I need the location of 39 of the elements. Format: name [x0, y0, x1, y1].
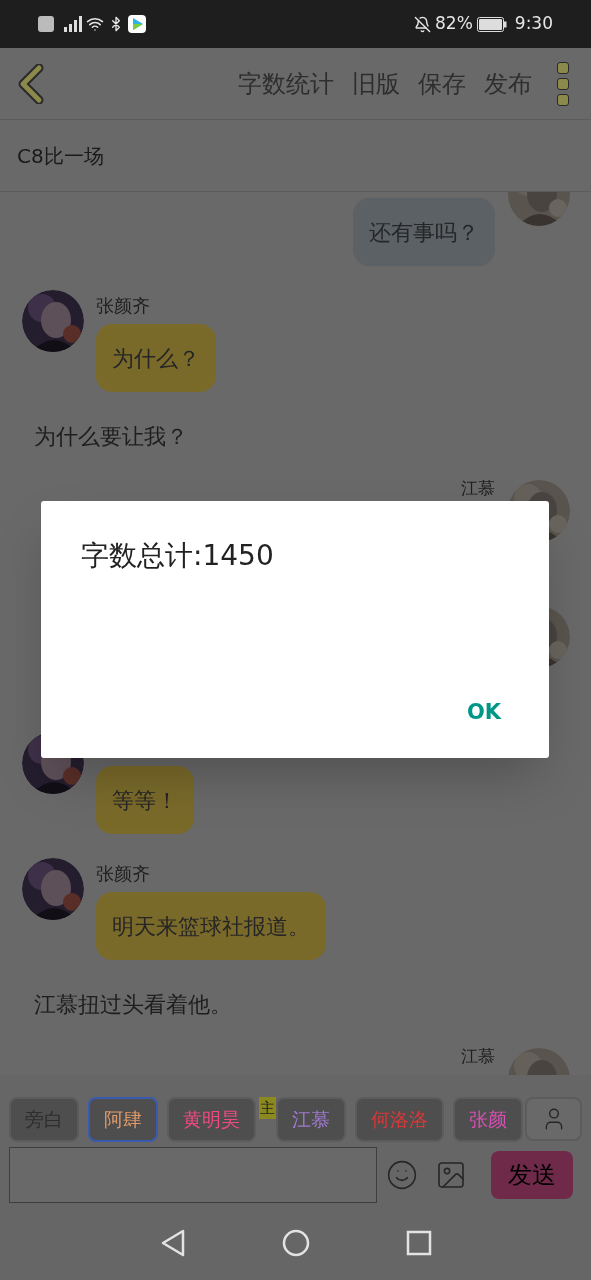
sender-name: 江慕	[461, 1048, 495, 1065]
toolbar-action[interactable]: 保存	[409, 65, 475, 102]
wifi-icon	[86, 15, 104, 33]
battery-icon	[476, 16, 507, 32]
character-chip[interactable]: 张颜	[453, 1097, 523, 1142]
toolbar-action[interactable]: 字数统计	[229, 65, 343, 102]
message-bubble: 等等！	[96, 766, 194, 834]
sender-name: 张颜齐	[96, 861, 150, 886]
image-icon[interactable]	[435, 1159, 467, 1191]
story-title: C8比一场	[17, 142, 104, 170]
clock: 9:30	[514, 12, 553, 36]
recents-nav-icon[interactable]	[405, 1229, 432, 1256]
bell-off-icon	[414, 15, 431, 33]
ok-button[interactable]: OK	[458, 692, 509, 732]
message-input[interactable]	[9, 1147, 377, 1203]
dialog-message: 字数总计:1450	[81, 539, 274, 572]
battery-percent: 82%	[435, 12, 473, 36]
sender-name: 张颜齐	[96, 293, 150, 318]
character-chip[interactable]: 黄明昊	[167, 1097, 256, 1142]
app-icon	[128, 15, 146, 33]
home-nav-icon[interactable]	[281, 1228, 310, 1257]
toolbar-action[interactable]: 发布	[475, 65, 541, 102]
send-button[interactable]: 发送	[491, 1151, 573, 1199]
narration-text: 为什么要让我？	[34, 422, 188, 451]
narration-text: 江慕扭过头看着他。	[34, 990, 232, 1019]
back-nav-icon[interactable]	[159, 1228, 186, 1257]
message-bubble: 为什么？	[96, 324, 216, 392]
lead-badge: 主	[259, 1097, 276, 1119]
character-chip[interactable]: 江慕	[276, 1097, 346, 1142]
emoji-icon[interactable]	[386, 1159, 418, 1191]
profile-button[interactable]	[525, 1097, 582, 1141]
menu-button[interactable]	[557, 61, 569, 106]
toolbar-action[interactable]: 旧版	[343, 65, 409, 102]
character-chip[interactable]: 何洛洛	[355, 1097, 444, 1142]
character-chip[interactable]: 阿肆	[88, 1097, 158, 1142]
chevron-left-icon	[17, 63, 45, 104]
message-bubble: 明天来篮球社报道。	[96, 892, 326, 960]
sender-name: 江慕	[461, 480, 495, 497]
message-bubble: 还有事吗？	[353, 198, 495, 266]
